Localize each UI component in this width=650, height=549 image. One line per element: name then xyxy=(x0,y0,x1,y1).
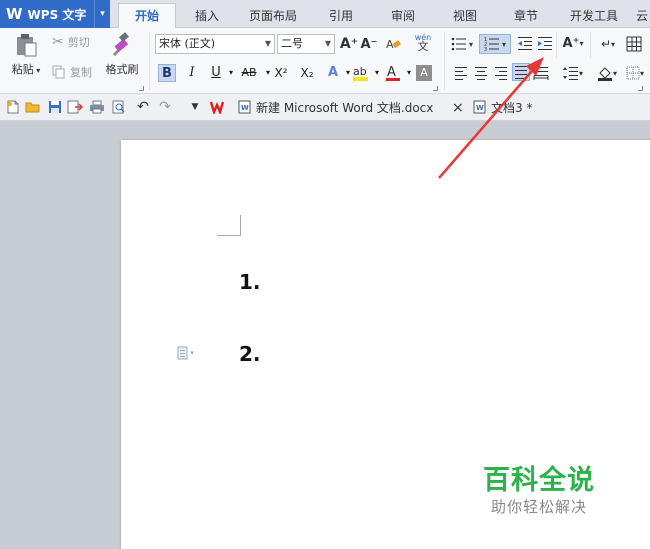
chevron-down-icon: ▼ xyxy=(264,39,271,48)
ribbon-separator xyxy=(556,32,557,58)
customize-toolbar-dropdown[interactable]: ▼ xyxy=(186,98,204,116)
copy-label: 复制 xyxy=(70,66,92,79)
text-style-button[interactable]: A⁺ ▾ xyxy=(561,34,585,52)
line-spacing-icon xyxy=(562,67,578,80)
chevron-down-icon: ▼ xyxy=(324,39,331,48)
borders-icon xyxy=(626,66,640,80)
save-icon[interactable] xyxy=(46,98,64,116)
paste-icon xyxy=(17,34,37,57)
undo-icon[interactable]: ↶ xyxy=(134,98,152,116)
list-item-1[interactable]: 1. xyxy=(239,270,261,294)
tab-chapter[interactable]: 章节 xyxy=(503,4,549,28)
cut-button[interactable]: ✂ 剪切 xyxy=(52,34,90,50)
tab-page-layout[interactable]: 页面布局 xyxy=(240,4,306,28)
copy-button[interactable]: 复制 xyxy=(52,64,92,80)
ribbon-home: 粘贴 ▾ ✂ 剪切 复制 格式刷 宋体 (正文) ▼ 二号 ▼ A⁺ A⁻ A xyxy=(0,28,650,94)
scissors-icon: ✂ xyxy=(52,34,64,50)
print-preview-icon[interactable] xyxy=(110,98,128,116)
tab-view[interactable]: 视图 xyxy=(442,4,488,28)
font-name-select[interactable]: 宋体 (正文) ▼ xyxy=(155,34,275,54)
svg-text:ab: ab xyxy=(353,65,367,78)
new-file-icon[interactable] xyxy=(4,98,22,116)
paint-bucket-icon xyxy=(597,67,612,81)
redo-icon[interactable]: ↷ xyxy=(156,98,174,116)
clear-format-button[interactable]: A xyxy=(384,35,402,53)
format-painter-button[interactable]: 格式刷 xyxy=(102,32,142,77)
watermark-subtitle: 助你轻松解决 xyxy=(491,498,588,516)
brush-icon xyxy=(113,32,129,56)
paragraph-mark-icon: ↵ xyxy=(600,37,612,51)
bold-button[interactable]: B xyxy=(158,64,176,82)
strikethrough-button[interactable]: AB xyxy=(237,64,261,82)
table-button[interactable] xyxy=(625,35,643,53)
paste-label: 粘贴 xyxy=(11,63,34,76)
table-icon xyxy=(626,36,642,52)
subscript-button[interactable]: X₂ xyxy=(296,64,318,82)
shrink-font-button[interactable]: A⁻ xyxy=(360,35,378,53)
tab-references[interactable]: 引用 xyxy=(318,4,364,28)
superscript-button[interactable]: X² xyxy=(270,64,292,82)
title-tab-bar: W WPS 文字 ▾ 开始 插入 页面布局 引用 审阅 视图 章节 开发工具 云 xyxy=(0,0,650,29)
italic-button[interactable]: I xyxy=(183,64,201,82)
tab-cloud[interactable]: 云 xyxy=(634,4,650,28)
sparkle-a-icon: A⁺ xyxy=(562,35,580,51)
font-size-select[interactable]: 二号 ▼ xyxy=(277,34,335,54)
watermark-title: 百科全说 xyxy=(483,465,595,496)
app-menu-dropdown[interactable]: ▾ xyxy=(94,0,110,28)
autocorrect-options-icon[interactable]: ▾ xyxy=(170,344,200,362)
font-size-value: 二号 xyxy=(281,37,303,50)
clipboard-dialog-launcher[interactable] xyxy=(139,86,144,91)
svg-text:W: W xyxy=(241,104,249,112)
show-marks-button[interactable]: ↵ ▾ xyxy=(596,35,620,53)
tab-review[interactable]: 审阅 xyxy=(380,4,426,28)
svg-text:A: A xyxy=(387,65,396,80)
tab-insert[interactable]: 插入 xyxy=(184,4,230,28)
print-icon[interactable] xyxy=(88,98,106,116)
grow-font-button[interactable]: A⁺ xyxy=(340,35,358,53)
paste-button[interactable]: 粘贴 ▾ xyxy=(8,32,44,77)
ribbon-separator xyxy=(590,32,591,58)
wps-docs-icon[interactable] xyxy=(210,98,228,116)
borders-button[interactable]: ▾ xyxy=(624,64,646,82)
paragraph-dialog-launcher[interactable] xyxy=(638,86,643,91)
format-painter-label: 格式刷 xyxy=(105,63,139,76)
annotation-arrow xyxy=(438,57,544,179)
open-folder-icon[interactable] xyxy=(24,98,42,116)
list-item-2[interactable]: 2. xyxy=(239,342,261,366)
phonetic-guide-button[interactable]: wén 文 xyxy=(408,33,438,52)
ribbon-separator xyxy=(149,32,150,90)
quick-access-toolbar: ↶ ↷ ▼ W 新建 Microsoft Word 文档.docx × W 文档… xyxy=(0,94,650,121)
cut-label: 剪切 xyxy=(67,36,90,49)
word-doc-icon: W xyxy=(236,98,254,116)
export-pdf-icon[interactable] xyxy=(66,98,84,116)
font-name-value: 宋体 (正文) xyxy=(159,37,216,50)
shading-button[interactable]: ▾ xyxy=(594,64,620,82)
tab-home[interactable]: 开始 xyxy=(118,3,176,29)
tab-developer[interactable]: 开发工具 xyxy=(562,4,626,28)
eraser-icon: A xyxy=(386,38,401,51)
app-menu-button[interactable]: W WPS 文字 ▾ xyxy=(0,0,110,28)
document-tab-1[interactable]: 新建 Microsoft Word 文档.docx xyxy=(256,97,433,119)
copy-icon xyxy=(52,65,65,79)
margin-corner-mark xyxy=(217,215,241,236)
wps-logo-icon: W xyxy=(6,5,23,23)
app-name: WPS 文字 xyxy=(27,7,87,22)
line-spacing-button[interactable]: ▾ xyxy=(560,64,586,82)
